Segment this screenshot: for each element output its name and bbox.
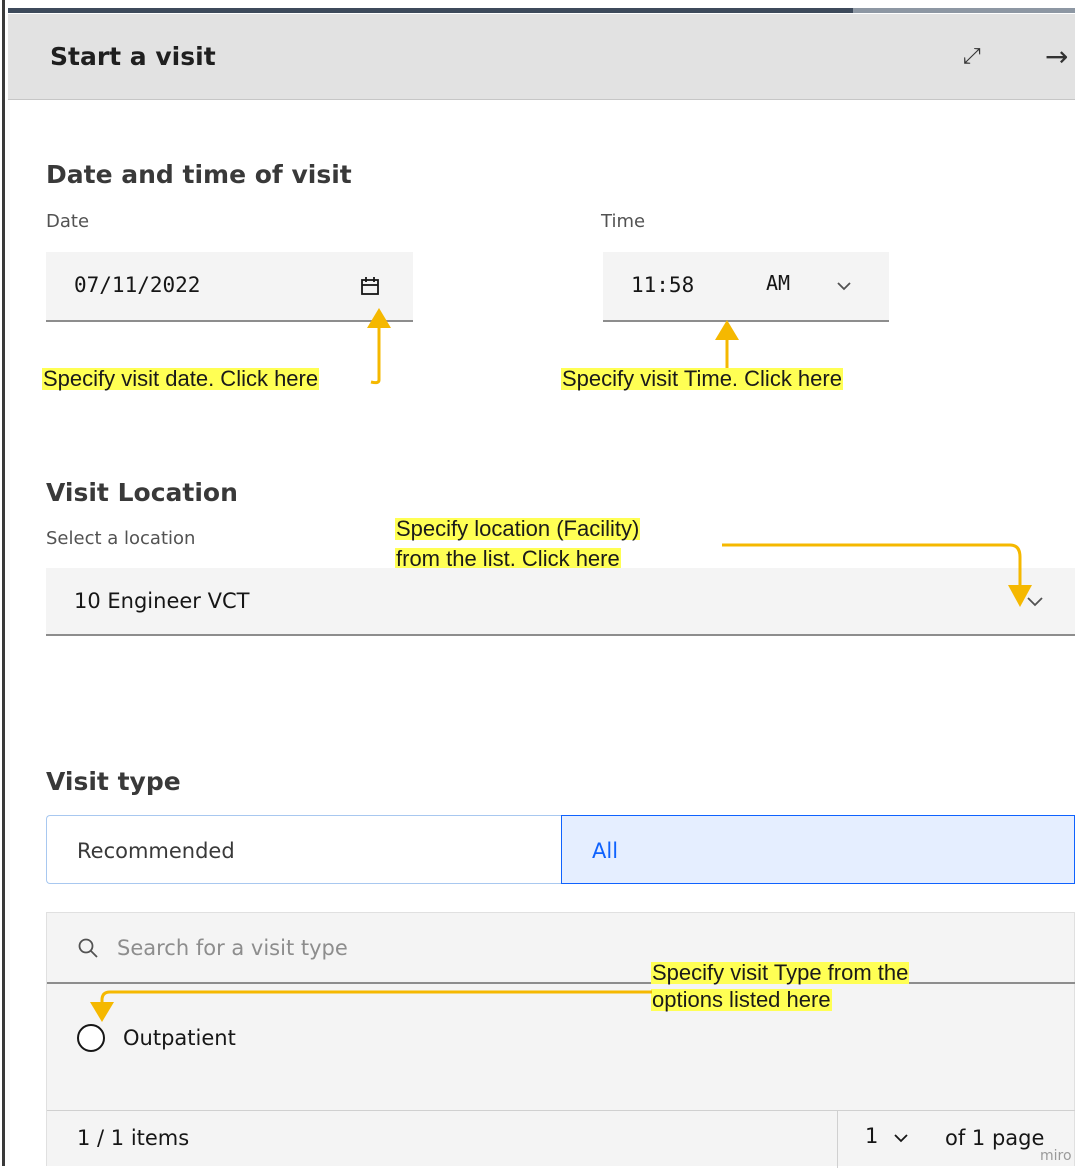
date-annotation-arrow (367, 308, 391, 385)
tab-all[interactable]: All (561, 815, 1075, 884)
option-label: Outpatient (123, 1026, 236, 1050)
ampm-select[interactable]: AM (766, 271, 790, 295)
visit-type-section-title: Visit type (46, 767, 181, 796)
progress-dark (8, 8, 853, 13)
chevron-down-icon[interactable] (893, 1133, 909, 1144)
visit-type-tabs: Recommended All (46, 815, 1075, 884)
panel-header: Start a visit ⤢ → (8, 14, 1075, 100)
pagination-bar: 1 / 1 items 1 of 1 page (47, 1110, 1075, 1168)
time-label: Time (601, 211, 646, 232)
visit-type-search[interactable]: Search for a visit type (47, 913, 1075, 984)
time-value[interactable]: 11:58 (631, 273, 694, 297)
search-placeholder[interactable]: Search for a visit type (117, 936, 348, 960)
pagination-divider (837, 1111, 838, 1168)
location-section-title: Visit Location (46, 478, 238, 507)
location-label: Select a location (46, 528, 196, 549)
type-annotation-line1: Specify visit Type from the (651, 960, 910, 985)
maximize-icon[interactable]: ⤢ (963, 44, 981, 69)
page-select[interactable]: 1 (865, 1124, 878, 1148)
visit-type-list: Search for a visit type Outpatient 1 / 1… (46, 912, 1075, 1168)
panel-title: Start a visit (50, 42, 216, 71)
date-label: Date (46, 211, 90, 232)
miro-watermark: miro (1040, 1148, 1072, 1164)
type-annotation-line2: options listed here (651, 987, 832, 1012)
location-annotation-line2: from the list. Click here (395, 546, 621, 571)
location-annotation-line1: Specify location (Facility) (395, 516, 641, 541)
date-annotation: Specify visit date. Click here (42, 366, 320, 391)
search-icon (78, 938, 98, 958)
time-annotation: Specify visit Time. Click here (561, 366, 843, 391)
top-progress-strip (8, 0, 1075, 14)
calendar-icon[interactable] (360, 276, 380, 296)
window-left-border (0, 0, 5, 1166)
chevron-down-icon[interactable] (836, 280, 852, 292)
location-annotation-arrow (722, 543, 1032, 607)
date-time-section-title: Date and time of visit (46, 160, 352, 189)
page-total: of 1 page (945, 1126, 1045, 1150)
arrow-right-icon[interactable]: → (1045, 40, 1068, 73)
type-annotation-arrow (90, 990, 652, 1022)
radio-button[interactable] (77, 1024, 105, 1052)
time-annotation-arrow (715, 320, 739, 368)
location-value: 10 Engineer VCT (74, 589, 250, 613)
progress-light (853, 8, 1075, 13)
items-count: 1 / 1 items (77, 1126, 190, 1150)
tab-recommended-label: Recommended (77, 839, 235, 863)
time-input-group[interactable]: 11:58 AM (603, 252, 889, 322)
date-value: 07/11/2022 (74, 273, 201, 297)
tab-recommended[interactable]: Recommended (46, 815, 562, 884)
tab-all-label: All (592, 839, 619, 863)
